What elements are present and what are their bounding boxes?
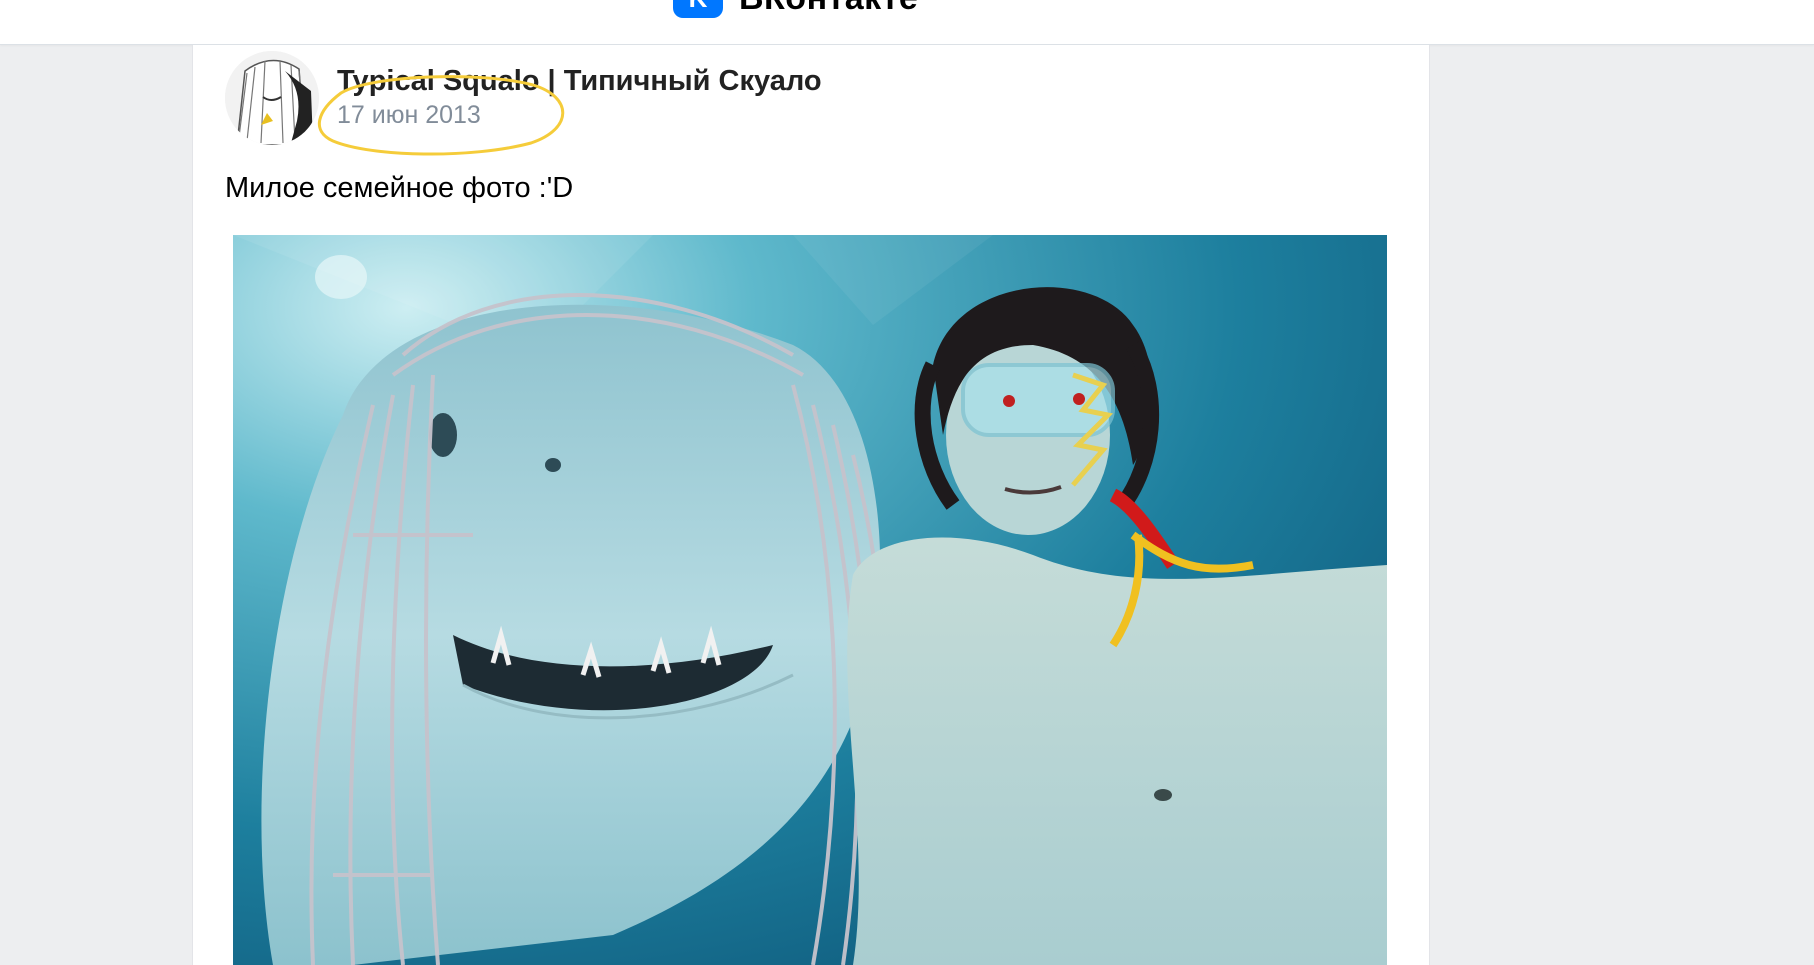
shark-and-swimmer-image-icon bbox=[233, 235, 1387, 965]
brand-name: ВКонтакте bbox=[739, 0, 918, 18]
wall-post: Typical Squalo | Типичный Скуало 17 июн … bbox=[192, 45, 1430, 965]
post-photo[interactable] bbox=[233, 235, 1387, 965]
post-date[interactable]: 17 июн 2013 bbox=[337, 101, 481, 130]
post-author-name[interactable]: Typical Squalo | Типичный Скуало bbox=[337, 65, 822, 98]
top-navigation-bar: K ВКонтакте bbox=[0, 0, 1814, 45]
author-avatar[interactable] bbox=[225, 51, 319, 145]
vk-brand[interactable]: K ВКонтакте bbox=[673, 0, 918, 18]
avatar-drawing-icon bbox=[225, 51, 319, 145]
post-text: Милое семейное фото :'D bbox=[225, 172, 574, 204]
vk-logo-icon: K bbox=[673, 0, 723, 18]
